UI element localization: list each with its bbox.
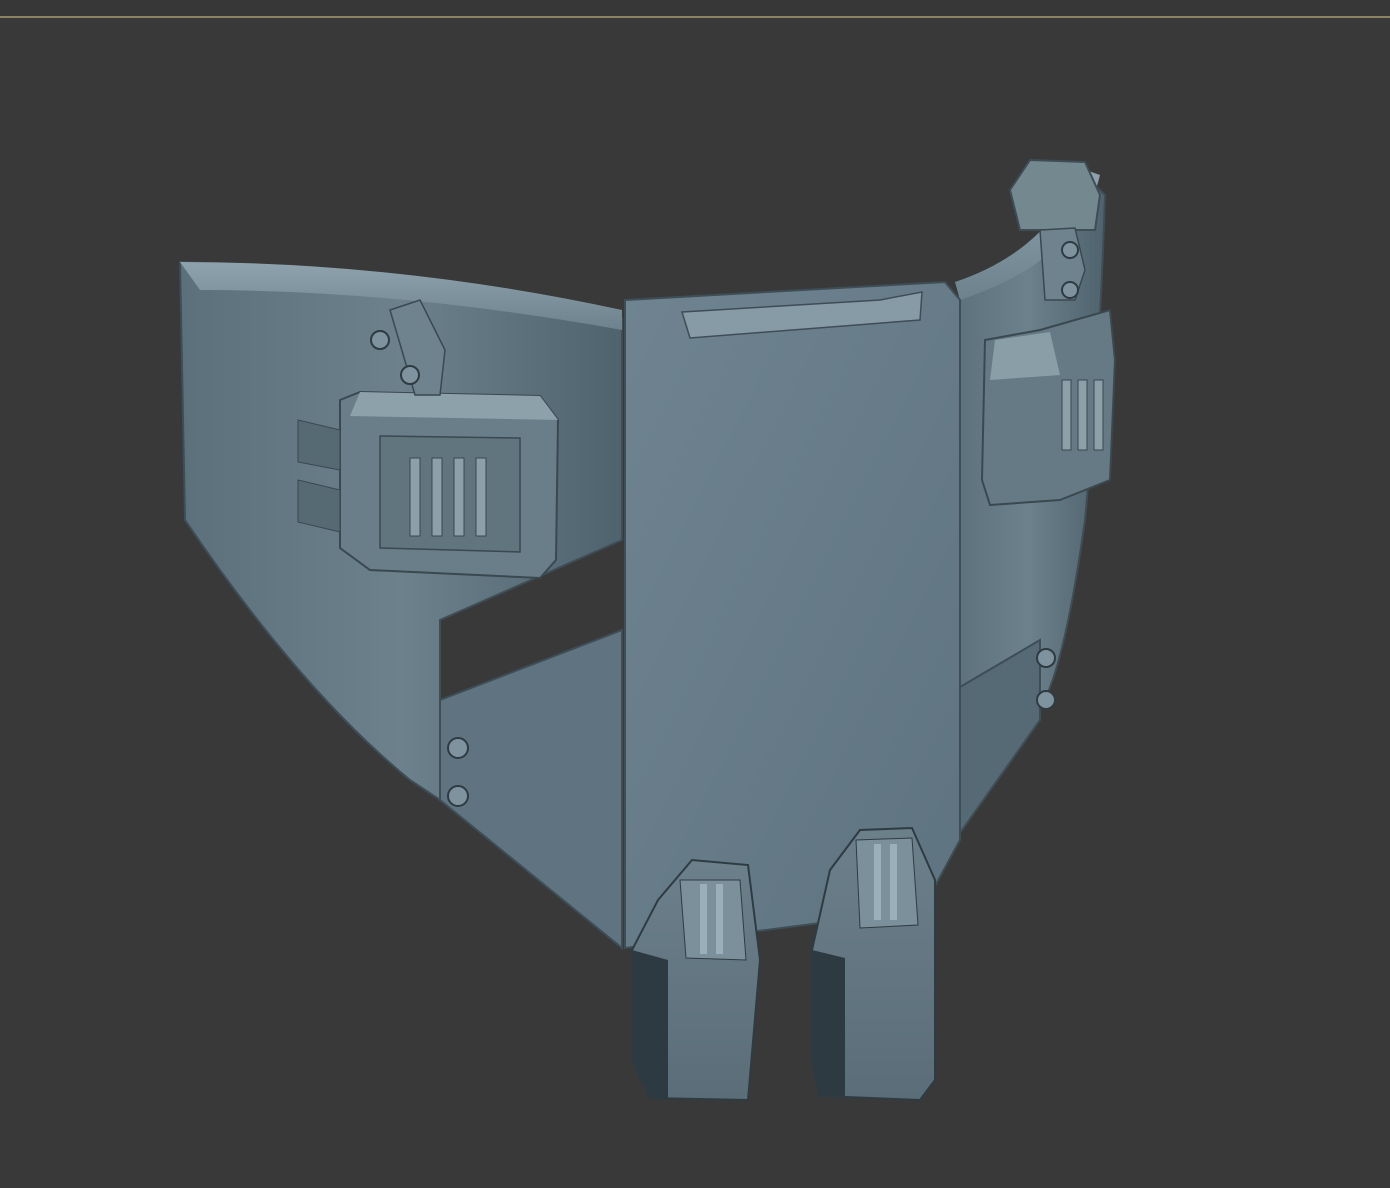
left-lower-panel: [439, 628, 623, 951]
3d-viewport[interactable]: [0, 0, 1390, 1188]
right-hanging-tab: [811, 826, 936, 1102]
rendered-model[interactable]: [0, 0, 1390, 1188]
right-top-hook: [1008, 158, 1102, 231]
